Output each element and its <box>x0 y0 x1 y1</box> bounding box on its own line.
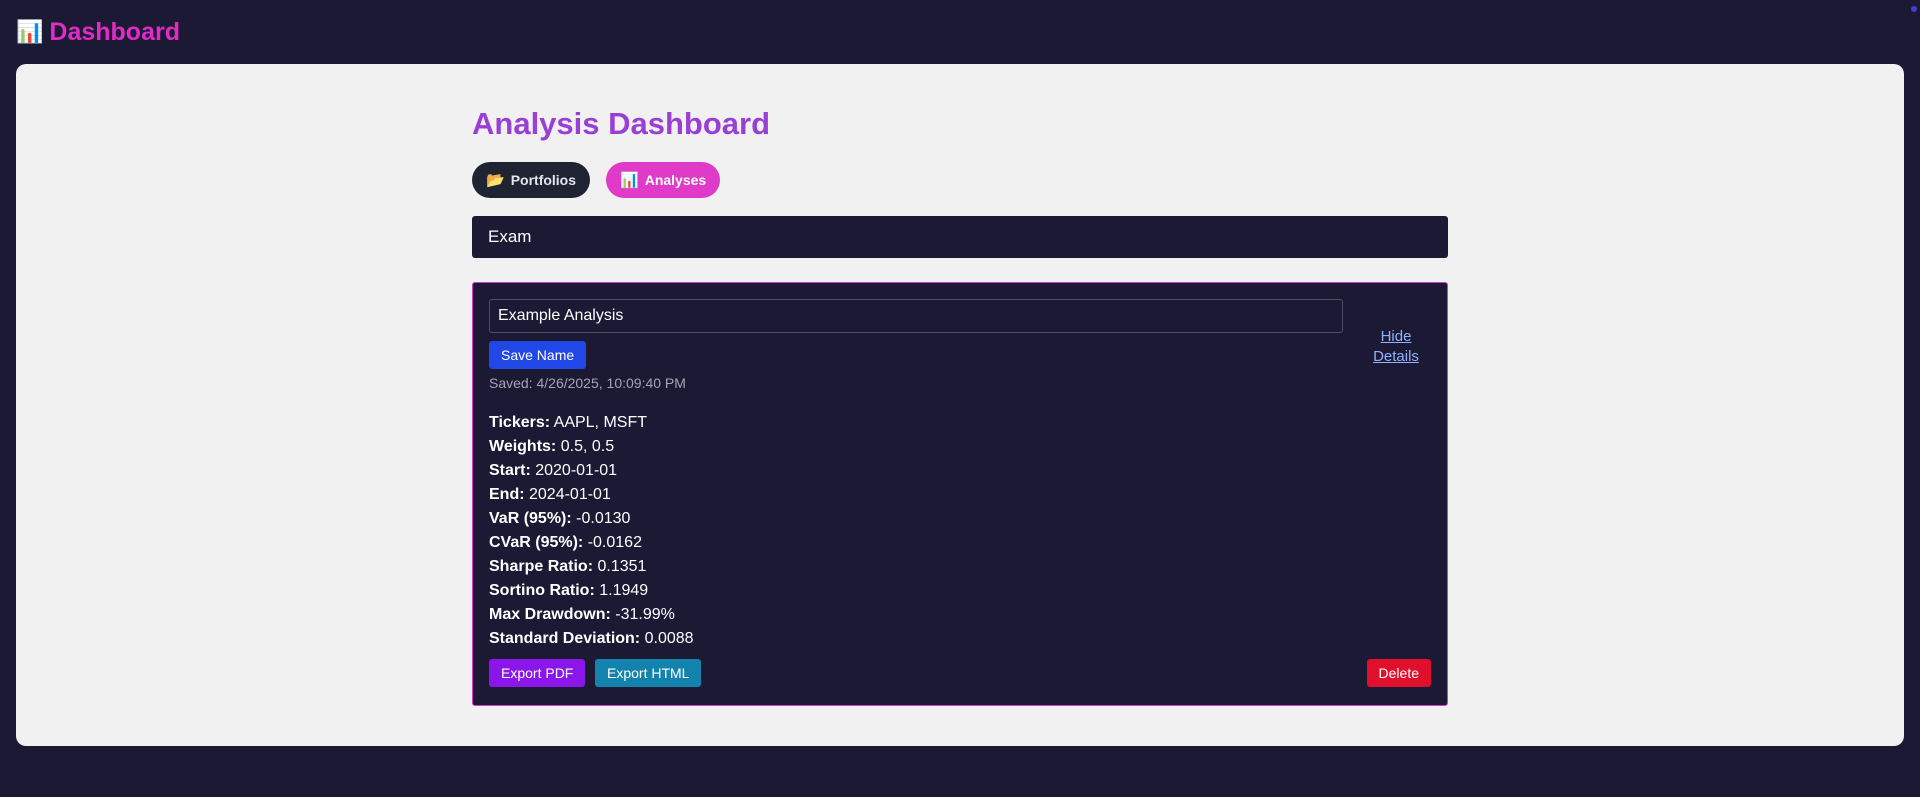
metric-value: AAPL, MSFT <box>553 414 647 431</box>
app-title[interactable]: Dashboard <box>49 18 180 47</box>
bar-chart-icon: 📊 <box>16 19 44 44</box>
delete-button[interactable]: Delete <box>1366 659 1431 687</box>
metric-sharpe: Sharpe Ratio: 0.1351 <box>489 555 694 579</box>
tab-portfolios[interactable]: 📂 Portfolios <box>472 162 591 198</box>
metric-value: 2024-01-01 <box>529 486 611 503</box>
content-area: Analysis Dashboard 📂 Portfolios 📊 Analys… <box>472 104 1448 706</box>
status-dot <box>1911 6 1917 12</box>
metric-max-drawdown: Max Drawdown: -31.99% <box>489 603 694 627</box>
folder-icon: 📂 <box>486 172 505 189</box>
metric-value: 1.1949 <box>599 582 649 599</box>
metric-value: -0.0162 <box>587 534 642 551</box>
main-panel: Analysis Dashboard 📂 Portfolios 📊 Analys… <box>16 64 1904 746</box>
metric-cvar: CVaR (95%): -0.0162 <box>489 531 694 555</box>
metric-label: End: <box>489 486 525 503</box>
metric-value: 0.0088 <box>644 630 694 647</box>
metrics-list: Tickers: AAPL, MSFT Weights: 0.5, 0.5 St… <box>489 411 694 651</box>
metric-value: -0.0130 <box>576 510 631 527</box>
analysis-filter-input[interactable] <box>472 216 1448 258</box>
tab-label: Analyses <box>644 172 707 188</box>
metric-value: 0.5, 0.5 <box>560 438 615 455</box>
metric-label: VaR (95%): <box>489 510 572 527</box>
tab-label: Portfolios <box>510 172 577 188</box>
metric-label: Tickers: <box>489 414 551 431</box>
metric-label: CVaR (95%): <box>489 534 584 551</box>
tab-bar: 📂 Portfolios 📊 Analyses <box>472 162 1448 198</box>
metric-end: End: 2024-01-01 <box>489 483 694 507</box>
export-pdf-button[interactable]: Export PDF <box>489 659 586 687</box>
metric-label: Standard Deviation: <box>489 630 641 647</box>
metric-value: -31.99% <box>615 606 675 623</box>
analysis-card: Hide Details Save Name Saved: 4/26/2025,… <box>472 282 1448 706</box>
metric-label: Start: <box>489 462 531 479</box>
analysis-name-input[interactable] <box>489 299 1343 333</box>
metric-start: Start: 2020-01-01 <box>489 459 694 483</box>
metric-std-dev: Standard Deviation: 0.0088 <box>489 627 694 651</box>
metric-label: Weights: <box>489 438 557 455</box>
metric-label: Sortino Ratio: <box>489 582 595 599</box>
metric-weights: Weights: 0.5, 0.5 <box>489 435 694 459</box>
hide-details-link[interactable]: Hide Details <box>1359 327 1433 367</box>
tab-analyses[interactable]: 📊 Analyses <box>606 162 721 198</box>
export-html-button[interactable]: Export HTML <box>595 659 702 687</box>
metric-sortino: Sortino Ratio: 1.1949 <box>489 579 694 603</box>
metric-label: Sharpe Ratio: <box>489 558 594 575</box>
app-header: 📊 Dashboard <box>16 14 180 50</box>
metric-var: VaR (95%): -0.0130 <box>489 507 694 531</box>
bar-chart-icon: 📊 <box>620 172 639 189</box>
save-name-button[interactable]: Save Name <box>489 341 587 369</box>
metric-label: Max Drawdown: <box>489 606 611 623</box>
metric-value: 0.1351 <box>597 558 647 575</box>
metric-tickers: Tickers: AAPL, MSFT <box>489 411 694 435</box>
metric-value: 2020-01-01 <box>535 462 618 479</box>
page-title: Analysis Dashboard <box>472 106 771 141</box>
saved-timestamp: Saved: 4/26/2025, 10:09:40 PM <box>489 375 686 391</box>
